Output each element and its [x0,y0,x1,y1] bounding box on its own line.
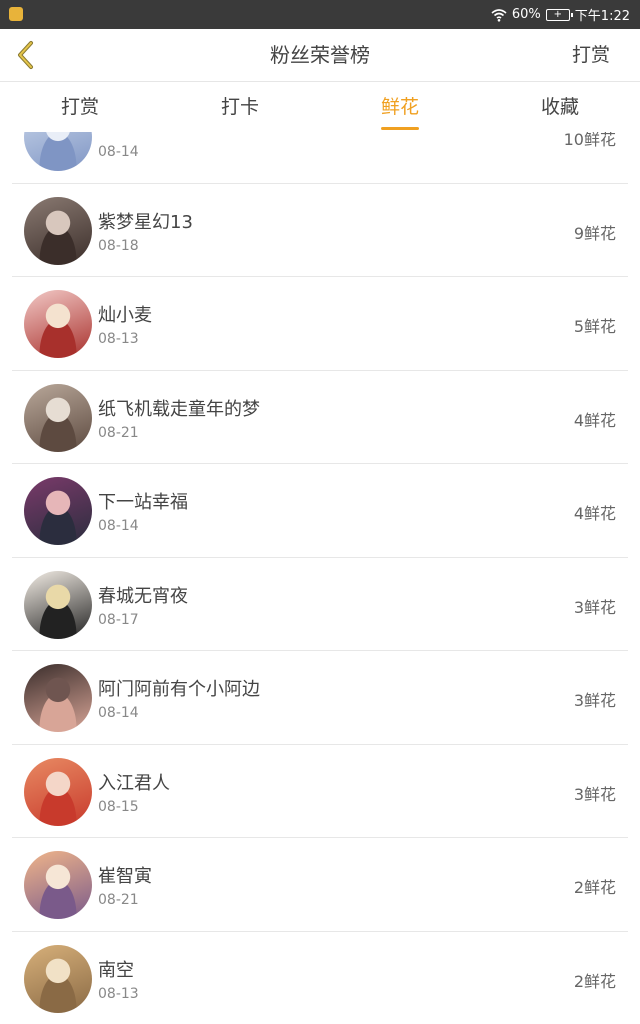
list-item[interactable]: 南空 08-13 2鲜花 [12,932,628,1024]
date: 08-14 [98,144,139,160]
page-title: 粉丝荣誉榜 [270,43,370,67]
flower-count: 5鲜花 [573,317,616,336]
reward-button[interactable]: 打赏 [572,29,610,82]
flower-count: 4鲜花 [573,410,616,430]
fan-list: 08-14 10鲜花 紫梦星幻13 08-18 9鲜花 灿小麦 08-13 5鲜… [12,132,628,1024]
app-notification-icon [9,7,23,21]
active-tab-indicator [381,127,419,130]
user-name: 崔智寅 [98,866,152,887]
avatar [24,757,92,826]
tab-reward[interactable]: 打赏 [0,82,160,132]
avatar [24,664,92,732]
tab-bar: 打赏 打卡 鲜花 收藏 [0,82,640,132]
list-item[interactable]: 阿门阿前有个小阿边 08-14 3鲜花 [12,651,628,745]
wifi-icon [491,8,507,22]
flower-count: 4鲜花 [573,504,616,523]
date: 08-13 [98,985,139,1002]
tab-flowers[interactable]: 鲜花 [320,82,480,132]
flower-count: 3鲜花 [573,784,616,804]
avatar [24,290,92,358]
chevron-left-icon [18,41,33,69]
list-item[interactable]: 崔智寅 08-21 2鲜花 [12,838,628,932]
avatar [24,944,92,1013]
avatar [24,132,92,171]
date: 08-14 [98,518,139,534]
date: 08-21 [98,892,139,908]
flower-count: 3鲜花 [573,597,616,617]
user-name: 南空 [98,959,134,981]
list-item[interactable]: 纸飞机载走童年的梦 08-21 4鲜花 [12,371,628,464]
tab-label: 鲜花 [380,96,419,118]
user-name: 纸飞机载走童年的梦 [98,398,260,420]
top-header: 粉丝荣誉榜 打赏 [0,29,640,82]
date: 08-13 [98,331,139,347]
tab-label: 打赏 [60,96,99,118]
flower-count: 2鲜花 [573,971,616,991]
tab-checkin[interactable]: 打卡 [160,82,320,132]
list-item[interactable]: 入江君人 08-15 3鲜花 [12,745,628,838]
date: 08-18 [98,237,139,254]
user-name: 入江君人 [98,772,170,794]
avatar [24,383,92,452]
list-item[interactable]: 春城无宵夜 08-17 3鲜花 [12,558,628,651]
flower-count: 10鲜花 [563,132,616,149]
battery-icon: + [545,8,573,21]
list-item[interactable]: 08-14 10鲜花 [12,132,628,184]
flower-count: 2鲜花 [573,878,616,897]
user-name: 灿小麦 [98,305,152,326]
date: 08-21 [98,424,139,441]
flower-count: 3鲜花 [573,691,616,710]
avatar [24,570,92,639]
tab-favorites[interactable]: 收藏 [480,82,640,132]
back-button[interactable] [8,37,44,73]
tab-label: 打卡 [220,96,259,118]
status-time: 下午1:22 [574,9,630,24]
list-item[interactable]: 紫梦星幻13 08-18 9鲜花 [12,184,628,277]
flower-count: 9鲜花 [573,223,616,243]
list-item[interactable]: 灿小麦 08-13 5鲜花 [12,277,628,371]
date: 08-14 [98,705,139,721]
fan-list-viewport[interactable]: 08-14 10鲜花 紫梦星幻13 08-18 9鲜花 灿小麦 08-13 5鲜… [0,132,640,1024]
avatar [24,851,92,919]
date: 08-15 [98,798,139,815]
user-name: 阿门阿前有个小阿边 [98,679,260,700]
user-name: 紫梦星幻13 [98,211,193,233]
battery-percent: 60% [511,7,541,22]
status-right: 60% + 下午1:22 [491,6,630,24]
user-name: 春城无宵夜 [98,585,188,607]
avatar [24,477,92,545]
status-bar: 60% + 下午1:22 [0,0,640,29]
list-item[interactable]: 下一站幸福 08-14 4鲜花 [12,464,628,558]
tab-label: 收藏 [540,96,579,118]
avatar [24,196,92,265]
user-name: 下一站幸福 [98,492,188,513]
date: 08-17 [98,611,139,628]
